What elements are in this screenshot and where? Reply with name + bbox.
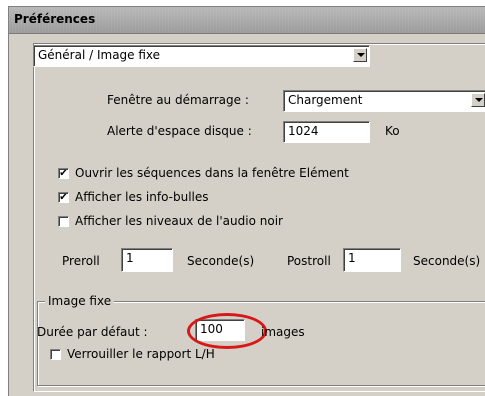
startup-select[interactable]: Chargement [283,90,485,112]
postroll-unit: Seconde(s) [413,254,481,268]
disk-alert-value: 1024 [288,124,319,138]
preferences-dialog: Préférences Général / Image fixe Fenêtre… [8,6,485,396]
open-sequences-label: Ouvrir les séquences dans la fenêtre Elé… [75,166,349,180]
postroll-label: Postroll [287,254,331,268]
postroll-input[interactable]: 1 [343,248,401,272]
disk-alert-input[interactable]: 1024 [283,121,370,143]
highlight-ring [187,313,267,349]
lock-aspect-checkbox[interactable] [50,349,61,360]
lock-aspect-label: Verrouiller le rapport L/H [67,347,215,361]
preroll-value: 1 [126,251,134,265]
default-duration-label: Durée par défaut : [37,325,148,339]
title-bar: Préférences [9,7,485,34]
preroll-unit: Seconde(s) [187,254,255,268]
default-duration-unit: images [261,325,305,339]
category-select[interactable]: Général / Image fixe [33,45,370,67]
open-sequences-checkbox[interactable]: ✔ [58,168,69,179]
show-tooltips-checkbox[interactable]: ✔ [58,192,69,203]
chevron-down-icon[interactable] [471,93,485,107]
window-title: Préférences [14,12,96,26]
disk-alert-unit: Ko [385,124,400,138]
startup-select-value: Chargement [288,93,363,107]
show-tooltips-label: Afficher les info-bulles [75,190,209,204]
preroll-label: Preroll [62,254,100,268]
still-image-group-title: Image fixe [45,294,115,308]
disk-alert-label: Alerte d'espace disque : [107,124,252,138]
postroll-value: 1 [348,251,356,265]
preroll-input[interactable]: 1 [121,248,173,272]
audio-levels-checkbox[interactable] [58,216,69,227]
audio-levels-label: Afficher les niveaux de l'audio noir [75,214,283,228]
category-select-value: Général / Image fixe [38,48,161,62]
still-image-group [37,301,485,386]
chevron-down-icon[interactable] [353,48,367,62]
startup-label: Fenêtre au démarrage : [107,93,249,107]
